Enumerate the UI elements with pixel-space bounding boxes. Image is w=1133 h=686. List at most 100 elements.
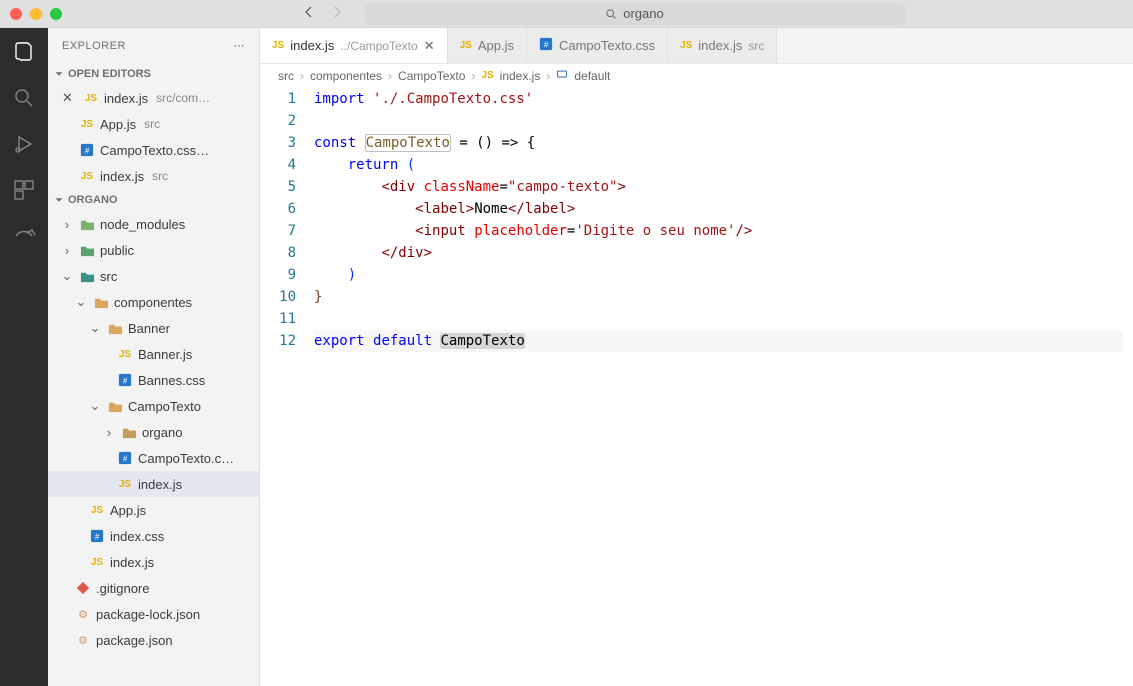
tab-app-js[interactable]: JS App.js xyxy=(448,28,527,63)
code-content[interactable]: import './.CampoTexto.css' const CampoTe… xyxy=(314,88,1133,686)
crumb[interactable]: CampoTexto xyxy=(398,69,465,83)
file-label: Banner.js xyxy=(138,347,192,362)
folder-src[interactable]: ⌄ src xyxy=(48,263,259,289)
line-numbers: 123 456 789 101112 xyxy=(260,88,314,686)
project-section[interactable]: ORGANO xyxy=(48,189,259,211)
tab-index-js-src[interactable]: JS index.js src xyxy=(668,28,777,63)
folder-label: src xyxy=(100,269,117,284)
open-editors-label: OPEN EDITORS xyxy=(68,68,151,80)
tab-path-dim: ../CampoTexto xyxy=(340,39,417,53)
open-editor-item[interactable]: ✕ JS index.js src/com… xyxy=(48,85,259,111)
folder-banner[interactable]: ⌄ Banner xyxy=(48,315,259,341)
json-icon: ⚙ xyxy=(74,608,92,621)
tab-label: App.js xyxy=(478,38,514,53)
crumb[interactable]: default xyxy=(574,69,610,83)
folder-public[interactable]: › public xyxy=(48,237,259,263)
js-icon: JS xyxy=(481,70,493,81)
maximize-window-button[interactable] xyxy=(50,8,62,20)
js-icon: JS xyxy=(78,119,96,130)
file-path-dim: src/com… xyxy=(156,91,210,105)
svg-text:#: # xyxy=(95,533,100,542)
svg-text:#: # xyxy=(544,41,549,50)
file-name: App.js xyxy=(100,117,136,132)
command-center-search[interactable]: organo xyxy=(365,3,905,25)
open-editors-section[interactable]: OPEN EDITORS xyxy=(48,63,259,85)
file-label: index.js xyxy=(138,477,182,492)
js-icon: JS xyxy=(82,93,100,104)
folder-open-icon xyxy=(106,399,124,414)
file-index-css[interactable]: # index.css xyxy=(48,523,259,549)
js-icon: JS xyxy=(116,479,134,490)
file-campotexto-css[interactable]: # CampoTexto.c… xyxy=(48,445,259,471)
close-window-button[interactable] xyxy=(10,8,22,20)
folder-icon xyxy=(78,269,96,284)
folder-node-modules[interactable]: › node_modules xyxy=(48,211,259,237)
open-editor-item[interactable]: # CampoTexto.css… xyxy=(48,137,259,163)
chevron-right-icon: › xyxy=(300,69,304,83)
symbol-icon xyxy=(556,68,568,83)
chevron-down-icon xyxy=(52,193,66,207)
explorer-sidebar: EXPLORER ⋯ OPEN EDITORS ✕ JS index.js sr… xyxy=(48,28,260,686)
file-label: package-lock.json xyxy=(96,607,200,622)
git-icon xyxy=(74,581,92,595)
crumb[interactable]: componentes xyxy=(310,69,382,83)
tab-label: index.js xyxy=(698,38,742,53)
folder-icon xyxy=(78,217,96,232)
folder-icon xyxy=(120,425,138,440)
crumb[interactable]: index.js xyxy=(500,69,541,83)
chevron-down-icon: ⌄ xyxy=(74,294,88,310)
open-editor-item[interactable]: JS App.js src xyxy=(48,111,259,137)
chevron-down-icon: ⌄ xyxy=(88,398,102,414)
file-name: index.js xyxy=(104,91,148,106)
chevron-right-icon: › xyxy=(60,217,74,232)
code-editor[interactable]: 123 456 789 101112 import './.CampoTexto… xyxy=(260,88,1133,686)
file-app-js[interactable]: JS App.js xyxy=(48,497,259,523)
svg-text:#: # xyxy=(123,377,128,386)
js-icon: JS xyxy=(460,40,472,51)
nav-forward-button[interactable] xyxy=(329,4,345,23)
folder-label: node_modules xyxy=(100,217,185,232)
file-label: index.css xyxy=(110,529,164,544)
file-package-json[interactable]: ⚙ package.json xyxy=(48,627,259,653)
tab-index-js[interactable]: JS index.js ../CampoTexto ✕ xyxy=(260,28,448,63)
activity-search[interactable] xyxy=(10,84,38,112)
titlebar: organo xyxy=(0,0,1133,28)
activity-explorer[interactable] xyxy=(10,38,38,66)
folder-organo[interactable]: › organo xyxy=(48,419,259,445)
breadcrumb[interactable]: src › componentes › CampoTexto › JS inde… xyxy=(260,64,1133,88)
activity-bar xyxy=(0,28,48,686)
chevron-right-icon: › xyxy=(388,69,392,83)
file-package-lock[interactable]: ⚙ package-lock.json xyxy=(48,601,259,627)
js-icon: JS xyxy=(88,505,106,516)
file-index-js-src[interactable]: JS index.js xyxy=(48,549,259,575)
file-index-js[interactable]: JS index.js xyxy=(48,471,259,497)
folder-componentes[interactable]: ⌄ componentes xyxy=(48,289,259,315)
file-label: CampoTexto.c… xyxy=(138,451,234,466)
folder-open-icon xyxy=(106,321,124,336)
chevron-right-icon: › xyxy=(471,69,475,83)
json-icon: ⚙ xyxy=(74,634,92,647)
crumb[interactable]: src xyxy=(278,69,294,83)
explorer-more-icon[interactable]: ⋯ xyxy=(234,39,246,52)
js-icon: JS xyxy=(272,40,284,51)
file-label: .gitignore xyxy=(96,581,149,596)
file-banner-js[interactable]: JS Banner.js xyxy=(48,341,259,367)
file-bannes-css[interactable]: # Bannes.css xyxy=(48,367,259,393)
folder-label: CampoTexto xyxy=(128,399,201,414)
file-path-dim: src xyxy=(144,117,160,131)
folder-campotexto[interactable]: ⌄ CampoTexto xyxy=(48,393,259,419)
activity-extensions[interactable] xyxy=(10,176,38,204)
activity-debug[interactable] xyxy=(10,130,38,158)
file-path-dim: src xyxy=(152,169,168,183)
minimize-window-button[interactable] xyxy=(30,8,42,20)
file-gitignore[interactable]: .gitignore xyxy=(48,575,259,601)
nav-back-button[interactable] xyxy=(301,4,317,23)
activity-share[interactable] xyxy=(10,222,38,250)
close-icon[interactable]: ✕ xyxy=(62,90,78,106)
file-name: index.js xyxy=(100,169,144,184)
css-icon: # xyxy=(539,37,553,54)
open-editor-item[interactable]: JS index.js src xyxy=(48,163,259,189)
tab-campotexto-css[interactable]: # CampoTexto.css xyxy=(527,28,668,63)
file-label: Bannes.css xyxy=(138,373,205,388)
close-icon[interactable]: ✕ xyxy=(424,38,435,54)
